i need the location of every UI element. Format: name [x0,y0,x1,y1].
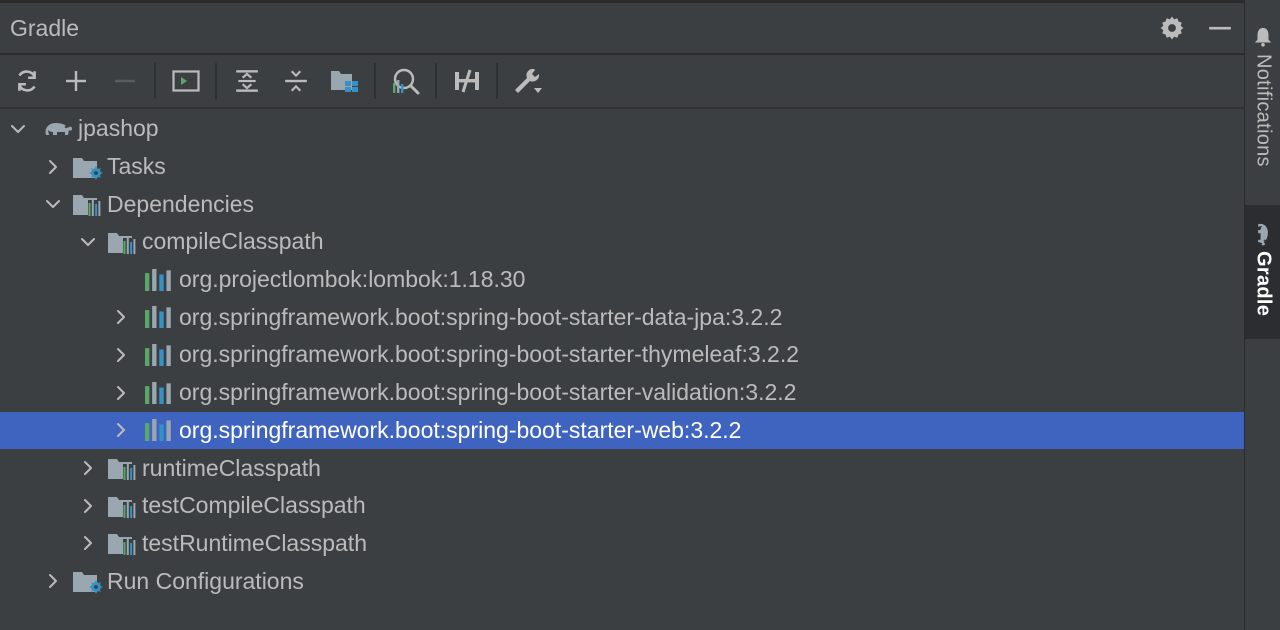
tasks-folder-icon [71,154,103,180]
gradle-elephant-icon [42,116,74,142]
tree-node-compile-classpath[interactable]: compileClasspath [0,223,1244,261]
notifications-tab[interactable]: Notifications [1245,20,1280,188]
tree-node-dependency-selected[interactable]: org.springframework.boot:spring-boot-sta… [0,411,1244,450]
header-actions [1148,3,1244,53]
configuration-folder-icon [106,530,138,556]
settings-button[interactable] [1148,3,1196,53]
run-task-button[interactable] [161,55,210,107]
gradle-elephant-icon [1252,221,1274,247]
chevron-right-icon[interactable] [111,420,131,440]
tree-node-label: Dependencies [107,190,255,217]
tree-node-test-runtime-classpath[interactable]: testRuntimeClasspath [0,525,1244,563]
bell-icon [1254,27,1272,47]
gear-icon [1160,16,1184,40]
library-icon [144,380,172,406]
tree-node-dependency[interactable]: org.springframework.boot:spring-boot-sta… [0,298,1244,336]
chevron-right-icon[interactable] [111,307,131,327]
gradle-tab-label: Gradle [1252,251,1275,317]
tree-node-label: jpashop [78,115,159,142]
expand-all-button[interactable] [222,55,271,107]
tree-node-label: org.springframework.boot:spring-boot-sta… [179,341,800,368]
collapse-all-icon [284,70,307,92]
folder-modules-icon [330,71,358,92]
expand-all-icon [235,70,258,92]
chevron-right-icon[interactable] [78,496,98,516]
tree-node-label: org.projectlombok:lombok:1.18.30 [179,266,526,293]
tree-node-label: runtimeClasspath [142,454,321,481]
library-icon [144,304,172,330]
group-modules-button[interactable] [320,55,369,107]
tree-node-label: testCompileClasspath [142,492,366,519]
wrench-icon [514,68,542,93]
gradle-tool-window: Gradle jpashop Tasks Dependencies compil… [0,0,1244,630]
right-tool-strip: Notifications Gradle [1244,0,1280,630]
tree-node-label: testRuntimeClasspath [142,529,367,556]
tree-node-label: Tasks [107,153,166,180]
toolbar-separator [496,63,498,99]
chevron-right-icon[interactable] [111,383,131,403]
minus-icon [114,79,135,83]
run-configurations-folder-icon [71,568,103,594]
offline-icon [454,69,479,93]
refresh-icon [17,70,36,92]
chevron-down-icon[interactable] [8,119,28,139]
notifications-tab-label: Notifications [1252,54,1275,167]
analyze-icon [392,68,419,95]
tree-node-runtime-classpath[interactable]: runtimeClasspath [0,449,1244,487]
tree-node-dependency[interactable]: org.projectlombok:lombok:1.18.30 [0,261,1244,299]
library-icon [144,417,172,443]
chevron-down-icon[interactable] [43,194,63,214]
tree-node-dependency[interactable]: org.springframework.boot:spring-boot-sta… [0,336,1244,374]
chevron-down-icon[interactable] [78,232,98,252]
collapse-all-button[interactable] [271,55,320,107]
reload-button[interactable] [2,55,51,107]
minimize-icon [1209,26,1231,30]
toolbar-separator [374,63,376,99]
configuration-folder-icon [106,455,138,481]
configuration-folder-icon [106,493,138,519]
tree-node-label: org.springframework.boot:spring-boot-sta… [179,379,797,406]
analyze-dependencies-button[interactable] [381,55,430,107]
library-icon [144,342,172,368]
tree-node-label: compileClasspath [142,228,324,255]
gradle-tab[interactable]: Gradle [1245,205,1280,339]
gradle-tree: jpashop Tasks Dependencies compileClassp… [0,110,1244,600]
tree-node-root[interactable]: jpashop [0,110,1244,148]
tree-node-label: Run Configurations [107,567,304,594]
toolbar-separator [215,63,217,99]
library-icon [144,267,172,293]
tree-node-run-configurations[interactable]: Run Configurations [0,562,1244,600]
toggle-offline-button[interactable] [442,55,491,107]
terminal-icon [171,70,200,92]
dependencies-folder-icon [71,191,103,217]
toolbar-separator [435,63,437,99]
toolbar-divider [0,107,1244,109]
build-settings-button[interactable] [503,55,552,107]
toolbar-separator [154,63,156,99]
configuration-folder-icon [106,229,138,255]
chevron-right-icon[interactable] [111,345,131,365]
add-button[interactable] [51,55,100,107]
tree-node-tasks[interactable]: Tasks [0,148,1244,186]
remove-button[interactable] [100,55,149,107]
gradle-toolbar [0,55,1244,107]
hide-button[interactable] [1196,3,1244,53]
tree-node-dependency[interactable]: org.springframework.boot:spring-boot-sta… [0,374,1244,412]
tree-node-dependencies[interactable]: Dependencies [0,185,1244,223]
chevron-right-icon[interactable] [78,458,98,478]
tree-node-test-compile-classpath[interactable]: testCompileClasspath [0,487,1244,525]
tool-window-header: Gradle [0,3,1244,53]
tree-node-label: org.springframework.boot:spring-boot-sta… [179,303,783,330]
plus-icon [65,71,86,91]
panel-title: Gradle [10,14,80,41]
tree-node-label: org.springframework.boot:spring-boot-sta… [179,416,742,443]
chevron-right-icon[interactable] [43,571,63,591]
chevron-right-icon[interactable] [78,533,98,553]
chevron-right-icon[interactable] [43,157,63,177]
